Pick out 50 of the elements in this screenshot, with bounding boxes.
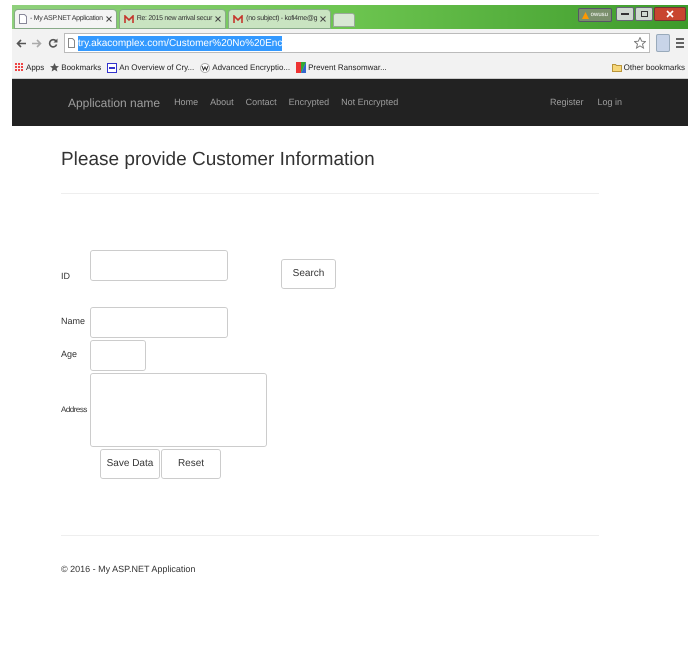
star-icon[interactable]: [634, 37, 646, 49]
back-icon[interactable]: [16, 38, 26, 48]
apps-icon: [15, 63, 24, 72]
field-label: ID: [61, 270, 71, 284]
field-label: Age: [61, 348, 78, 362]
field-label: Name: [61, 315, 86, 328]
nav-link[interactable]: Not Encrypted: [341, 96, 398, 110]
reload-icon[interactable]: [48, 38, 58, 48]
bookmark[interactable]: Other bookmarks: [612, 62, 685, 74]
bookmark[interactable]: An Overview of Cry...: [107, 62, 194, 74]
minimize-button[interactable]: [616, 7, 634, 21]
nav-link[interactable]: Contact: [246, 96, 277, 110]
page-heading: Please provide Customer Information: [61, 146, 599, 194]
mail-icon: [233, 14, 244, 24]
nav-link[interactable]: Log in: [597, 96, 622, 110]
page-icon: [19, 14, 27, 24]
page-icon: [68, 38, 75, 48]
form-button[interactable]: Save Data: [100, 448, 160, 478]
menu-icon[interactable]: [676, 38, 684, 48]
form-button[interactable]: Reset: [161, 448, 221, 478]
search-button[interactable]: Search: [281, 258, 336, 288]
colorful-icon: [296, 62, 306, 73]
nav-link[interactable]: Encrypted: [288, 96, 330, 110]
close-icon[interactable]: [106, 16, 112, 22]
address-field[interactable]: [90, 372, 267, 446]
close-icon[interactable]: [215, 16, 222, 22]
maximize-button[interactable]: [635, 7, 653, 21]
bookmark[interactable]: Bookmarks: [50, 62, 102, 74]
star-icon: [50, 63, 60, 72]
nav-link[interactable]: Register: [550, 96, 584, 110]
close-icon: [666, 10, 674, 18]
id-field[interactable]: [90, 250, 228, 280]
mail-icon: [124, 14, 134, 24]
bookmark[interactable]: Advanced Encryptio...: [200, 62, 290, 74]
url-text: try.akacomplex.com/Customer%20No%20Enc: [78, 36, 282, 50]
name-field[interactable]: [90, 306, 228, 338]
bookmark[interactable]: Prevent Ransomwar...: [296, 62, 387, 74]
age-field[interactable]: [90, 340, 146, 370]
brand-link[interactable]: Application name: [68, 94, 160, 112]
wiki-icon: [200, 62, 210, 72]
field-label: Address: [61, 404, 88, 416]
warning-icon: [582, 12, 589, 18]
nav-link[interactable]: About: [210, 96, 234, 110]
nav-link[interactable]: Home: [174, 96, 198, 110]
folder-icon: [612, 63, 622, 72]
site-icon: [107, 62, 118, 72]
close-window-button[interactable]: [654, 7, 686, 21]
close-icon[interactable]: [320, 16, 326, 22]
footer-text: © 2016 - My ASP.NET Application: [61, 564, 196, 574]
bookmark[interactable]: Apps: [15, 62, 44, 74]
